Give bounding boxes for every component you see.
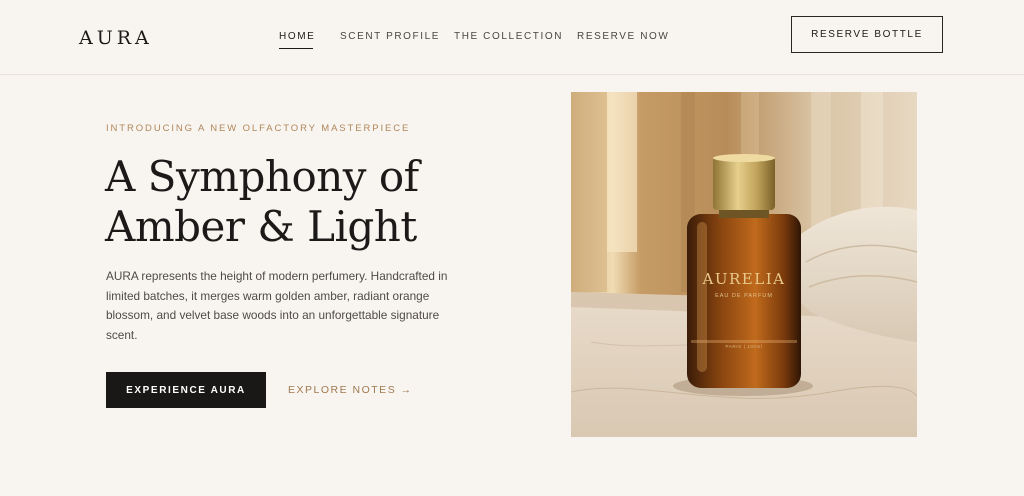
active-nav-indicator (279, 48, 313, 49)
hero-eyebrow: INTRODUCING A NEW OLFACTORY MASTERPIECE (106, 123, 411, 134)
product-hero-image: AURELIA EAU DE PARFUM PARIS | 100ml (571, 92, 917, 437)
headline-line-1: A Symphony of (105, 152, 419, 201)
hero-description: AURA represents the height of modern per… (106, 269, 448, 342)
reserve-bottle-button[interactable]: RESERVE BOTTLE (791, 16, 943, 53)
nav-item-the-collection[interactable]: THE COLLECTION (454, 31, 563, 42)
bottle-footer-text: PARIS | 100ml (726, 344, 763, 349)
bottle-subtitle-text: EAU DE PARFUM (715, 293, 773, 299)
nav-item-reserve-now[interactable]: RESERVE NOW (577, 31, 669, 42)
experience-aura-button[interactable]: EXPERIENCE AURA (106, 372, 266, 408)
bottle-brand-text: AURELIA (702, 270, 786, 288)
nav-item-home[interactable]: HOME (279, 31, 315, 42)
headline-line-2: Amber & Light (105, 202, 417, 251)
site-header: AURA HOME SCENT PROFILE THE COLLECTION R… (0, 0, 1024, 75)
explore-notes-link[interactable]: EXPLORE NOTES → (288, 384, 413, 396)
nav-item-scent-profile[interactable]: SCENT PROFILE (340, 31, 440, 42)
hero-headline: A Symphony of Amber & Light (105, 152, 525, 252)
